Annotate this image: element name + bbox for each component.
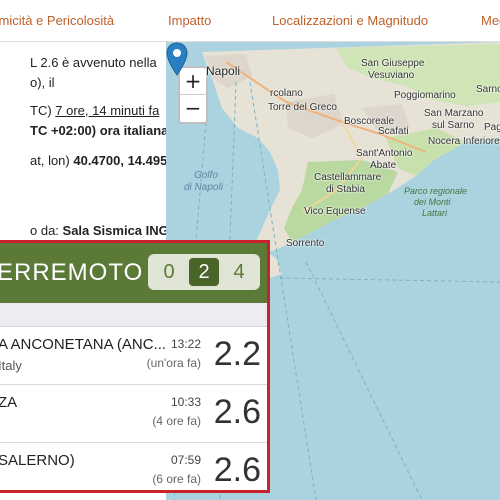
info-line-2: o), il: [30, 75, 55, 90]
label-golfo: Golfo: [194, 170, 218, 181]
label-san-giuseppe: San Giuseppe: [361, 58, 425, 69]
label-pagani: Pag: [484, 122, 500, 133]
quake-magnitude: 2.6: [213, 393, 261, 431]
widget-header: ERREMOTO 0 2 4: [0, 243, 267, 303]
list-item[interactable]: ZA 10:33 (4 ore fa) 2.6: [0, 385, 267, 443]
top-tab-bar: smicità e Pericolosità Impatto Localizza…: [0, 0, 500, 42]
info-line-4: TC +02:00) ora italiana: [30, 123, 166, 138]
widget-subheader: [0, 303, 267, 327]
quake-time: 07:59: [170, 453, 201, 467]
event-info-panel: L 2.6 è avvenuto nella o), il TC) 7 ore,…: [0, 42, 166, 247]
tab-impatto[interactable]: Impatto: [168, 13, 211, 28]
quake-location: SALERNO): [0, 452, 75, 469]
widget-title: ERREMOTO: [0, 259, 144, 286]
list-item[interactable]: A ANCONETANA (ANC... Italy 13:22 (un'ora…: [0, 327, 267, 385]
label-scafati: Scafati: [378, 126, 409, 137]
quake-location: A ANCONETANA (ANC...: [0, 336, 167, 353]
label-sarno: Sarno: [476, 84, 500, 95]
label-torre-del-greco: Torre del Greco: [268, 102, 337, 113]
label-ercolano: rcolano: [270, 88, 303, 99]
quake-ago: (4 ore fa): [152, 414, 201, 428]
info-line-1: L 2.6 è avvenuto nella: [30, 55, 157, 70]
zoom-out-button[interactable]: −: [180, 95, 206, 122]
label-parco-1: Parco regionale: [404, 186, 468, 196]
quake-magnitude: 2.2: [213, 335, 261, 373]
magnitude-filter: 0 2 4: [148, 254, 260, 290]
label-nocera: Nocera Inferiore: [428, 136, 500, 147]
source-value: Sala Sismica INGV-: [62, 223, 166, 238]
label-sorrento: Sorrento: [286, 238, 325, 249]
label-san-marzano: San Marzano: [424, 108, 484, 119]
label-castellammare: Castellammare: [314, 172, 382, 183]
filter-option-4[interactable]: 4: [224, 258, 254, 286]
info-line-6: o da: Sala Sismica INGV-: [30, 222, 166, 240]
filter-option-0[interactable]: 0: [154, 258, 184, 286]
coordinates-value: 40.4700, 14.4950: [73, 153, 166, 168]
quake-ago: (un'ora fa): [146, 356, 201, 370]
tab-sismicita[interactable]: smicità e Pericolosità: [0, 13, 114, 28]
label-poggiomarino: Poggiomarino: [394, 90, 456, 101]
label-parco-2: dei Monti: [414, 197, 451, 207]
quake-time: 10:33: [170, 395, 201, 409]
label-di-stabia: di Stabia: [326, 184, 365, 195]
tab-media[interactable]: Med: [481, 13, 500, 28]
earthquake-widget: ERREMOTO 0 2 4 A ANCONETANA (ANC... Ital…: [0, 240, 270, 493]
quake-magnitude: 2.6: [213, 451, 261, 489]
time-ago-link[interactable]: 7 ore, 14 minuti fa: [55, 103, 159, 118]
quake-time: 13:22: [170, 337, 201, 351]
quake-location: ZA: [0, 394, 18, 411]
quake-ago: (6 ore fa): [152, 472, 201, 486]
label-di-napoli: di Napoli: [184, 182, 223, 193]
label-santantonio: Sant'Antonio: [356, 148, 413, 159]
label-sul-sarno: sul Sarno: [432, 120, 475, 131]
quake-country: Italy: [0, 358, 22, 373]
label-abate: Abate: [370, 160, 397, 171]
label-vico-equense: Vico Equense: [304, 206, 366, 217]
tab-localizzazioni[interactable]: Localizzazioni e Magnitudo: [272, 13, 428, 28]
location-pin-icon[interactable]: [166, 42, 188, 76]
list-item[interactable]: SALERNO) 07:59 (6 ore fa) 2.6: [0, 443, 267, 490]
filter-option-2[interactable]: 2: [189, 258, 219, 286]
label-vesuviano: Vesuviano: [368, 70, 415, 81]
info-line-5: at, lon) 40.4700, 14.4950: [30, 152, 166, 170]
info-line-3: TC) 7 ore, 14 minuti fa: [30, 103, 160, 118]
label-napoli: Napoli: [206, 64, 241, 78]
label-parco-3: Lattari: [422, 208, 448, 218]
